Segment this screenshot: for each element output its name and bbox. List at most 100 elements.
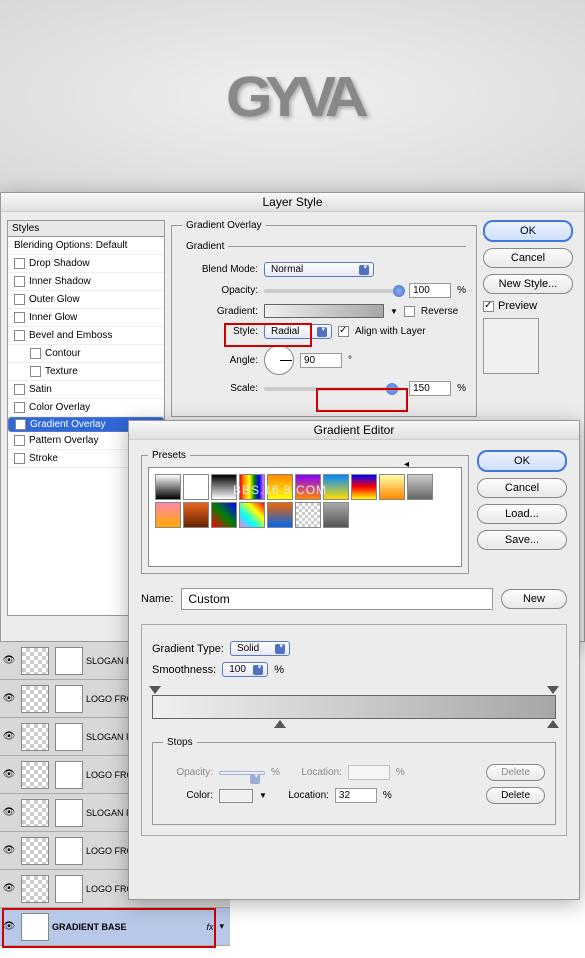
- angle-input[interactable]: [300, 353, 342, 368]
- mask-thumb[interactable]: [55, 837, 83, 865]
- blend-mode-select[interactable]: Normal: [264, 262, 374, 277]
- presets-menu-icon[interactable]: ◂: [404, 459, 409, 470]
- mask-thumb[interactable]: [55, 875, 83, 903]
- preset-swatch[interactable]: [323, 502, 349, 528]
- style-select[interactable]: Radial: [264, 324, 332, 339]
- eye-icon[interactable]: 👁: [0, 883, 18, 894]
- checkbox[interactable]: [30, 348, 41, 359]
- preset-swatch[interactable]: [407, 474, 433, 500]
- eye-icon[interactable]: 👁: [0, 731, 18, 742]
- checkbox[interactable]: [14, 258, 25, 269]
- eye-icon[interactable]: 👁: [0, 845, 18, 856]
- preview-checkbox[interactable]: [483, 301, 494, 312]
- checkbox[interactable]: [14, 312, 25, 323]
- color-stop-right[interactable]: [547, 720, 559, 728]
- checkbox[interactable]: [14, 435, 25, 446]
- preset-swatch[interactable]: [267, 502, 293, 528]
- style-contour[interactable]: Contour: [8, 345, 164, 363]
- layer-thumb[interactable]: [21, 913, 49, 941]
- ge-save-button[interactable]: Save...: [477, 530, 567, 550]
- eye-icon[interactable]: 👁: [0, 921, 18, 932]
- style-color-overlay[interactable]: Color Overlay: [8, 399, 164, 417]
- opacity-stop-right[interactable]: [547, 686, 559, 694]
- ge-cancel-button[interactable]: Cancel: [477, 478, 567, 498]
- smooth-input[interactable]: 100: [222, 662, 268, 677]
- new-button[interactable]: New: [501, 589, 567, 609]
- ge-load-button[interactable]: Load...: [477, 504, 567, 524]
- ge-ok-button[interactable]: OK: [477, 450, 567, 472]
- style-inner-glow[interactable]: Inner Glow: [8, 309, 164, 327]
- checkbox[interactable]: [30, 366, 41, 377]
- layer-thumb[interactable]: [21, 875, 49, 903]
- layer-thumb[interactable]: [21, 685, 49, 713]
- delete-color-stop[interactable]: Delete: [486, 787, 545, 804]
- cancel-button[interactable]: Cancel: [483, 248, 573, 268]
- stop-opacity-input[interactable]: [219, 771, 265, 775]
- eye-icon[interactable]: 👁: [0, 655, 18, 666]
- layer-thumb[interactable]: [21, 761, 49, 789]
- stop-color-location[interactable]: [335, 788, 377, 803]
- checkbox[interactable]: [14, 330, 25, 341]
- gradient-preview[interactable]: [264, 304, 384, 318]
- eye-icon[interactable]: 👁: [0, 693, 18, 704]
- reverse-checkbox[interactable]: [404, 306, 415, 317]
- style-inner-shadow[interactable]: Inner Shadow: [8, 273, 164, 291]
- angle-dial[interactable]: [264, 345, 294, 375]
- style-texture[interactable]: Texture: [8, 363, 164, 381]
- mask-thumb[interactable]: [55, 647, 83, 675]
- layer-thumb[interactable]: [21, 799, 49, 827]
- style-drop-shadow[interactable]: Drop Shadow: [8, 255, 164, 273]
- opacity-input[interactable]: [409, 283, 451, 298]
- layer-thumb[interactable]: [21, 723, 49, 751]
- blending-options-row[interactable]: Blending Options: Default: [8, 237, 164, 255]
- scale-slider[interactable]: [264, 387, 403, 391]
- style-satin[interactable]: Satin: [8, 381, 164, 399]
- preset-swatch[interactable]: [183, 474, 209, 500]
- preset-swatch[interactable]: [155, 474, 181, 500]
- mask-thumb[interactable]: [55, 723, 83, 751]
- stop-color-swatch[interactable]: [219, 789, 253, 803]
- chevron-down-icon[interactable]: ▾: [219, 921, 224, 932]
- checkbox[interactable]: [14, 384, 25, 395]
- preset-swatch[interactable]: [211, 502, 237, 528]
- style-outer-glow[interactable]: Outer Glow: [8, 291, 164, 309]
- scale-input[interactable]: [409, 381, 451, 396]
- checkbox[interactable]: [15, 419, 26, 430]
- eye-icon[interactable]: 👁: [0, 807, 18, 818]
- checkbox[interactable]: [14, 453, 25, 464]
- fx-badge[interactable]: fx: [206, 922, 213, 932]
- layer-row-selected[interactable]: 👁GRADIENT BASEfx▾: [0, 908, 230, 946]
- ok-button[interactable]: OK: [483, 220, 573, 242]
- delete-opacity-stop[interactable]: Delete: [486, 764, 545, 781]
- preset-swatch[interactable]: [295, 502, 321, 528]
- mask-thumb[interactable]: [55, 799, 83, 827]
- color-dropdown-icon[interactable]: ▼: [259, 791, 267, 800]
- opacity-slider[interactable]: [264, 289, 403, 293]
- styles-header[interactable]: Styles: [7, 220, 165, 236]
- stop-opacity-location[interactable]: [348, 765, 390, 780]
- preset-swatch[interactable]: [155, 502, 181, 528]
- preset-swatch[interactable]: [183, 502, 209, 528]
- gradient-bar[interactable]: [152, 695, 556, 719]
- eye-icon[interactable]: 👁: [0, 769, 18, 780]
- gradient-dropdown-icon[interactable]: ▼: [390, 307, 398, 316]
- mask-thumb[interactable]: [55, 685, 83, 713]
- align-label: Align with Layer: [355, 326, 426, 337]
- type-select[interactable]: Solid: [230, 641, 290, 656]
- color-stop-left[interactable]: [274, 720, 286, 728]
- layer-thumb[interactable]: [21, 647, 49, 675]
- style-bevel-emboss[interactable]: Bevel and Emboss: [8, 327, 164, 345]
- preset-swatch[interactable]: [351, 474, 377, 500]
- mask-thumb[interactable]: [55, 761, 83, 789]
- preset-swatch[interactable]: [239, 502, 265, 528]
- checkbox[interactable]: [14, 294, 25, 305]
- layer-thumb[interactable]: [21, 837, 49, 865]
- opacity-stop-left[interactable]: [149, 686, 161, 694]
- checkbox[interactable]: [14, 276, 25, 287]
- name-input[interactable]: [181, 588, 493, 610]
- align-checkbox[interactable]: [338, 326, 349, 337]
- preset-swatch[interactable]: [379, 474, 405, 500]
- pct: %: [383, 790, 392, 801]
- new-style-button[interactable]: New Style...: [483, 274, 573, 294]
- checkbox[interactable]: [14, 402, 25, 413]
